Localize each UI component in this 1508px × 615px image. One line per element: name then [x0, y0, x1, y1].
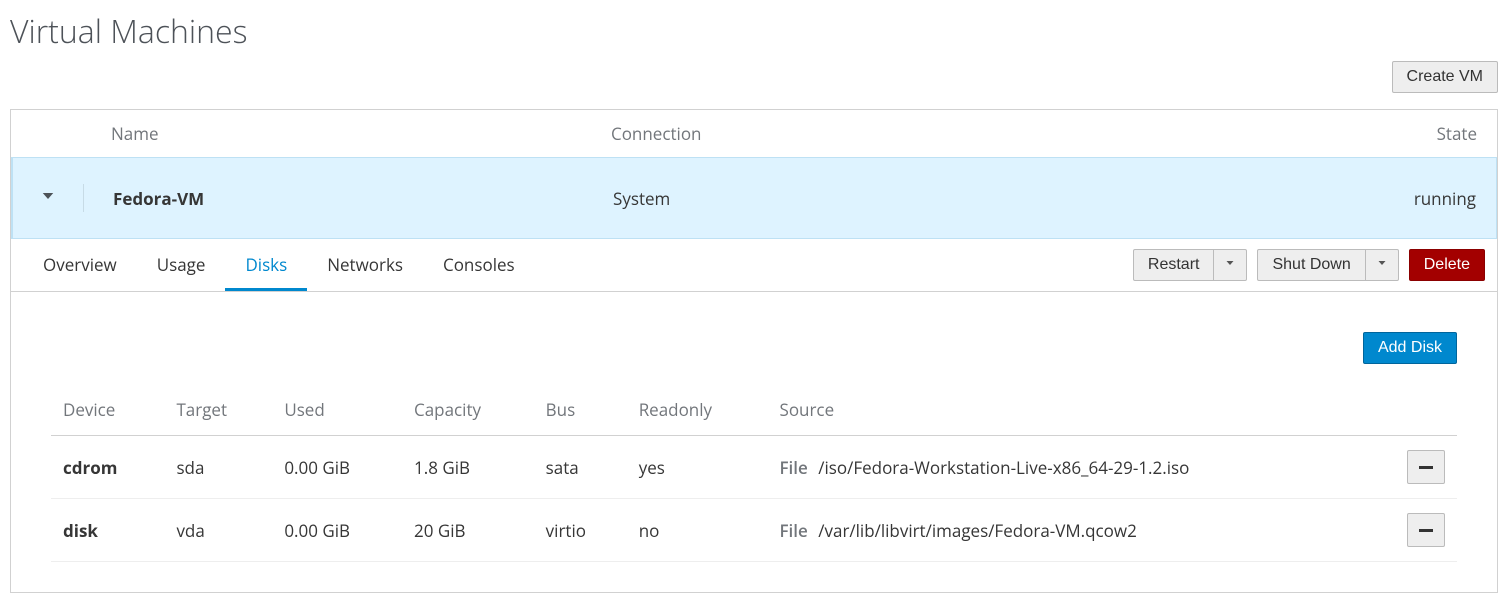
- cell-device: disk: [51, 499, 164, 562]
- source-path: /iso/Fedora-Workstation-Live-x86_64-29-1…: [818, 456, 1189, 479]
- disks-table: Device Target Used Capacity Bus Readonly…: [51, 388, 1457, 562]
- tab-networks[interactable]: Networks: [307, 239, 423, 291]
- th-bus: Bus: [534, 388, 627, 436]
- remove-disk-button[interactable]: [1407, 450, 1445, 484]
- vm-name: Fedora-VM: [113, 187, 613, 210]
- col-name-header: Name: [111, 122, 611, 145]
- restart-button-group: Restart: [1133, 249, 1248, 281]
- cell-capacity: 20 GiB: [402, 499, 534, 562]
- th-target: Target: [164, 388, 272, 436]
- cell-bus: sata: [534, 436, 627, 499]
- cell-capacity: 1.8 GiB: [402, 436, 534, 499]
- th-capacity: Capacity: [402, 388, 534, 436]
- source-type-label: File: [780, 519, 808, 542]
- chevron-down-icon: [39, 187, 57, 210]
- disks-panel: Add Disk Device Target Used Capacity Bus…: [11, 292, 1497, 592]
- vm-row[interactable]: Fedora-VM System running: [11, 157, 1497, 239]
- minus-icon: [1419, 529, 1433, 532]
- cell-used: 0.00 GiB: [272, 436, 402, 499]
- cell-source: File /iso/Fedora-Workstation-Live-x86_64…: [768, 436, 1396, 499]
- vm-state: running: [1276, 187, 1476, 210]
- add-disk-button[interactable]: Add Disk: [1363, 332, 1457, 364]
- vm-list-header: Name Connection State: [11, 110, 1497, 157]
- cell-readonly: no: [627, 499, 768, 562]
- expand-toggle[interactable]: [33, 184, 113, 212]
- shutdown-button[interactable]: Shut Down: [1257, 249, 1365, 281]
- tab-disks[interactable]: Disks: [225, 239, 307, 291]
- caret-down-icon: [1224, 256, 1236, 274]
- table-row: disk vda 0.00 GiB 20 GiB virtio no File …: [51, 499, 1457, 562]
- remove-disk-button[interactable]: [1407, 513, 1445, 547]
- th-readonly: Readonly: [627, 388, 768, 436]
- shutdown-button-group: Shut Down: [1257, 249, 1398, 281]
- tab-consoles[interactable]: Consoles: [423, 239, 535, 291]
- cell-readonly: yes: [627, 436, 768, 499]
- minus-icon: [1419, 466, 1433, 469]
- tab-usage[interactable]: Usage: [137, 239, 226, 291]
- th-used: Used: [272, 388, 402, 436]
- shutdown-dropdown[interactable]: [1366, 249, 1399, 281]
- restart-button[interactable]: Restart: [1133, 249, 1215, 281]
- cell-used: 0.00 GiB: [272, 499, 402, 562]
- tabs-bar: Overview Usage Disks Networks Consoles R…: [11, 239, 1497, 292]
- create-vm-button[interactable]: Create VM: [1392, 61, 1498, 93]
- col-state-header: State: [1277, 122, 1477, 145]
- cell-bus: virtio: [534, 499, 627, 562]
- source-type-label: File: [780, 456, 808, 479]
- tab-overview[interactable]: Overview: [23, 239, 137, 291]
- vm-connection: System: [613, 187, 1276, 210]
- th-device: Device: [51, 388, 164, 436]
- page-title: Virtual Machines: [10, 10, 1498, 53]
- table-row: cdrom sda 0.00 GiB 1.8 GiB sata yes File…: [51, 436, 1457, 499]
- source-path: /var/lib/libvirt/images/Fedora-VM.qcow2: [818, 519, 1137, 542]
- col-connection-header: Connection: [611, 122, 1277, 145]
- th-source: Source: [768, 388, 1396, 436]
- caret-down-icon: [1376, 256, 1388, 274]
- cell-device: cdrom: [51, 436, 164, 499]
- delete-button[interactable]: Delete: [1409, 249, 1485, 281]
- cell-source: File /var/lib/libvirt/images/Fedora-VM.q…: [768, 499, 1396, 562]
- cell-target: sda: [164, 436, 272, 499]
- restart-dropdown[interactable]: [1214, 249, 1247, 281]
- vm-listing: Name Connection State Fedora-VM System r…: [10, 109, 1498, 593]
- cell-target: vda: [164, 499, 272, 562]
